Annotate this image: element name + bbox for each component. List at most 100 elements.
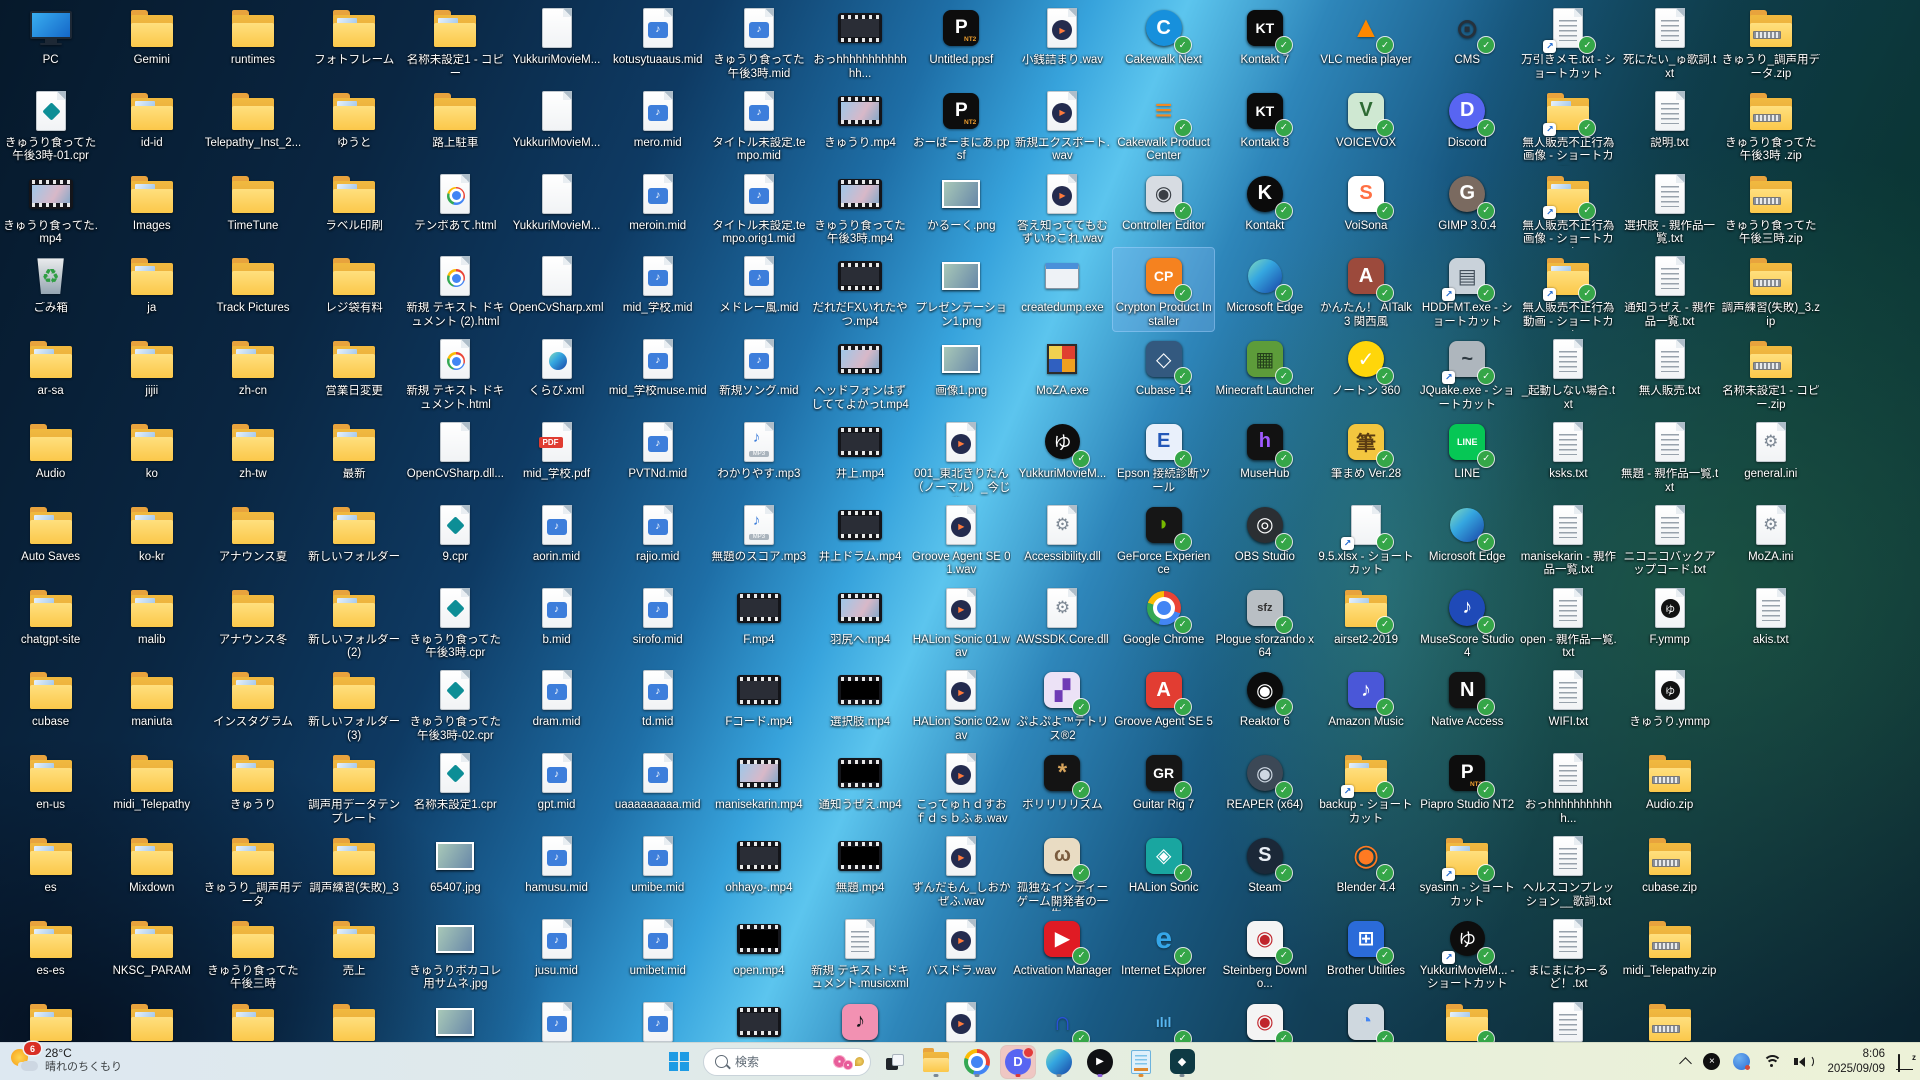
- desktop-icon[interactable]: ⚙MoZA.ini: [1720, 497, 1821, 580]
- desktop-icon[interactable]: きゅうり食ってた午後3時-01.cpr: [0, 83, 101, 166]
- desktop-icon[interactable]: ♪sirofo.mid: [607, 580, 708, 663]
- desktop-icon[interactable]: ◉✓Controller Editor: [1113, 166, 1214, 249]
- desktop-icon[interactable]: manisekarin.mp4: [708, 745, 809, 828]
- desktop-icon[interactable]: 画像1.png: [911, 331, 1012, 414]
- desktop-icon[interactable]: ja: [101, 248, 202, 331]
- desktop-icon[interactable]: ♪td.mid: [607, 662, 708, 745]
- desktop-icon[interactable]: createdump.exe: [1012, 248, 1113, 331]
- desktop-icon[interactable]: きゅうり食ってた午後3時.mp4: [810, 166, 911, 249]
- desktop-icon[interactable]: Images: [101, 166, 202, 249]
- desktop-icon[interactable]: ♪PVTNd.mid: [607, 414, 708, 497]
- cubase-button[interactable]: ◆: [1165, 1046, 1199, 1078]
- desktop-icon[interactable]: 最新: [304, 414, 405, 497]
- desktop-icon[interactable]: 新規 テキスト ドキュメント.html: [405, 331, 506, 414]
- desktop-icon[interactable]: ◉✓Blender 4.4: [1315, 828, 1416, 911]
- desktop-icon[interactable]: en-us: [0, 745, 101, 828]
- desktop-icon[interactable]: A✓Groove Agent SE 5: [1113, 662, 1214, 745]
- weather-widget[interactable]: 6 28°C 晴れのちくもり: [10, 1046, 122, 1075]
- desktop-icon[interactable]: くらび.xml: [506, 331, 607, 414]
- desktop-icon[interactable]: zh-tw: [202, 414, 303, 497]
- desktop-icon[interactable]: ω✓孤独なインディーゲーム開発者の一生 ...: [1012, 828, 1113, 911]
- desktop-icon[interactable]: 名称未設定1.cpr: [405, 745, 506, 828]
- desktop-icon[interactable]: S✓Steam: [1214, 828, 1315, 911]
- desktop-icon[interactable]: ✓↗無人販売不正行為動画 - ショートカット: [1518, 248, 1619, 331]
- desktop-icon[interactable]: MoZA.exe: [1012, 331, 1113, 414]
- desktop-icon[interactable]: cubase: [0, 662, 101, 745]
- desktop-icon[interactable]: PNT2Untitled.ppsf: [911, 0, 1012, 83]
- desktop-icon[interactable]: open.mp4: [708, 911, 809, 994]
- desktop-icon[interactable]: だれだFXいれたやつ.mp4: [810, 248, 911, 331]
- desktop-icon[interactable]: _起動しない場合.txt: [1518, 331, 1619, 414]
- desktop-icon[interactable]: Audio.zip: [1619, 745, 1720, 828]
- desktop-icon[interactable]: プレゼンテーション1.png: [911, 248, 1012, 331]
- desktop-icon[interactable]: NKSC_PARAM: [101, 911, 202, 994]
- desktop-icon[interactable]: きゅうり_調声用データ: [202, 828, 303, 911]
- desktop-icon[interactable]: Audio: [0, 414, 101, 497]
- desktop-icon[interactable]: ▶✓Activation Manager: [1012, 911, 1113, 994]
- desktop-icon[interactable]: 路上駐車: [405, 83, 506, 166]
- desktop-icon[interactable]: ko-kr: [101, 497, 202, 580]
- desktop-icon[interactable]: e✓Internet Explorer: [1113, 911, 1214, 994]
- desktop-icon[interactable]: ▦✓Minecraft Launcher: [1214, 331, 1315, 414]
- desktop-icon[interactable]: ♪uaaaaaaaaa.mid: [607, 745, 708, 828]
- desktop-icon[interactable]: ♪dram.mid: [506, 662, 607, 745]
- desktop-icon[interactable]: ◇✓Cubase 14: [1113, 331, 1214, 414]
- desktop-icon[interactable]: ♪きゅうり食ってた午後3時.mid: [708, 0, 809, 83]
- tray-overflow-chevron-icon[interactable]: [1680, 1057, 1693, 1070]
- desktop-icon[interactable]: ⚙general.ini: [1720, 414, 1821, 497]
- desktop-icon[interactable]: ♪タイトル未設定.tempo.mid: [708, 83, 809, 166]
- desktop-icon[interactable]: きゅうり食ってた.mp4: [0, 166, 101, 249]
- desktop-icon[interactable]: es: [0, 828, 101, 911]
- desktop-icon[interactable]: WIFI.txt: [1518, 662, 1619, 745]
- desktop-icon[interactable]: malib: [101, 580, 202, 663]
- desktop-icon[interactable]: 筆✓筆まめ Ver.28: [1315, 414, 1416, 497]
- desktop-icon[interactable]: ヘッドフォンはずしててよかっt.mp4: [810, 331, 911, 414]
- desktop-icon[interactable]: アナウンス冬: [202, 580, 303, 663]
- desktop-icon[interactable]: GR✓Guitar Rig 7: [1113, 745, 1214, 828]
- desktop-icon[interactable]: 新しいフォルダー (3): [304, 662, 405, 745]
- desktop-icon[interactable]: ♪rajio.mid: [607, 497, 708, 580]
- desktop-icon[interactable]: かるーく.png: [911, 166, 1012, 249]
- task-view-button[interactable]: [878, 1046, 912, 1078]
- desktop-icon[interactable]: ⚙AWSSDK.Core.dll: [1012, 580, 1113, 663]
- desktop-icon[interactable]: ✓↗無人販売不正行為画像 - ショートカット: [1518, 166, 1619, 249]
- desktop-icon[interactable]: akis.txt: [1720, 580, 1821, 663]
- desktop-icon[interactable]: 調声練習(失敗)_3.zip: [1720, 248, 1821, 331]
- desktop-icon[interactable]: V✓VOICEVOX: [1315, 83, 1416, 166]
- desktop-icon[interactable]: chatgpt-site: [0, 580, 101, 663]
- desktop-icon[interactable]: ko: [101, 414, 202, 497]
- desktop-icon[interactable]: ♪MP3わかりやす.mp3: [708, 414, 809, 497]
- desktop-icon[interactable]: es-es: [0, 911, 101, 994]
- desktop-icon[interactable]: sfz✓Plogue sforzando x64: [1214, 580, 1315, 663]
- desktop-icon[interactable]: 売上: [304, 911, 405, 994]
- desktop-icon[interactable]: ◉✓Reaktor 6: [1214, 662, 1315, 745]
- desktop-icon[interactable]: midi_Telepathy.zip: [1619, 911, 1720, 994]
- desktop-icon[interactable]: ohhayo-.mp4: [708, 828, 809, 911]
- desktop-icon[interactable]: 調声用データテンプレート: [304, 745, 405, 828]
- desktop-icon[interactable]: ✓Microsoft Edge: [1214, 248, 1315, 331]
- desktop-icon[interactable]: ♪✓MuseScore Studio 4: [1417, 580, 1518, 663]
- edge-button[interactable]: [1042, 1046, 1076, 1078]
- desktop-icon[interactable]: ▶ずんだもん_しおかぜふ.wav: [911, 828, 1012, 911]
- desktop-icon[interactable]: ▶新規エクスポート.wav: [1012, 83, 1113, 166]
- desktop-icon[interactable]: Telepathy_Inst_2...: [202, 83, 303, 166]
- desktop-icon[interactable]: 調声練習(失敗)_3: [304, 828, 405, 911]
- desktop-icon[interactable]: ✓↗無人販売不正行為画像 - ショートカッ...: [1518, 83, 1619, 166]
- desktop-icon[interactable]: ♻ごみ箱: [0, 248, 101, 331]
- desktop-icon[interactable]: ♪umibet.mid: [607, 911, 708, 994]
- desktop-icon[interactable]: きゅうり食ってた午後三時.zip: [1720, 166, 1821, 249]
- desktop-icon[interactable]: YukkuriMovieM...: [506, 83, 607, 166]
- desktop-icon[interactable]: ▤✓↗HDDFMT.exe - ショートカット: [1417, 248, 1518, 331]
- desktop-icon[interactable]: ニコニコバックアップコード.txt: [1619, 497, 1720, 580]
- desktop-icon[interactable]: cubase.zip: [1619, 828, 1720, 911]
- desktop-icon[interactable]: 説明.txt: [1619, 83, 1720, 166]
- desktop-icon[interactable]: 営業日変更: [304, 331, 405, 414]
- desktop-icon[interactable]: E✓Epson 接続診断ツール: [1113, 414, 1214, 497]
- desktop-icon[interactable]: 無題.mp4: [810, 828, 911, 911]
- desktop-icon[interactable]: ▶Groove Agent SE 01.wav: [911, 497, 1012, 580]
- desktop-icon[interactable]: ▶HALion Sonic 01.wav: [911, 580, 1012, 663]
- desktop-icon[interactable]: ♪aorin.mid: [506, 497, 607, 580]
- desktop-icon[interactable]: 井上.mp4: [810, 414, 911, 497]
- desktop-icon[interactable]: ♪MP3無題のスコア.mp3: [708, 497, 809, 580]
- desktop-icon[interactable]: ♪メドレー風.mid: [708, 248, 809, 331]
